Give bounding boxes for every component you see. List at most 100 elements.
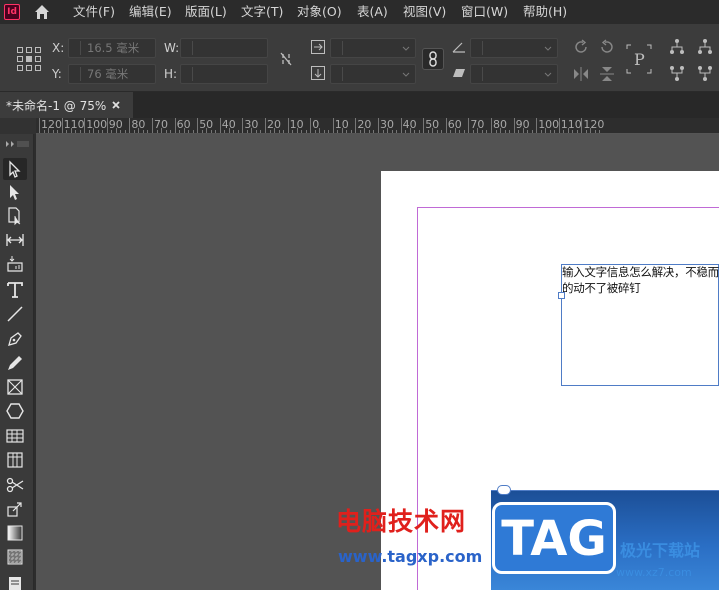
flip-horizontal-icon[interactable] [572, 66, 590, 82]
menu-object[interactable]: 对象(O) [297, 4, 342, 20]
x-field[interactable]: 16.5 毫米 [68, 38, 156, 58]
rotate-field[interactable] [470, 38, 558, 58]
scissors-tool[interactable] [3, 474, 27, 496]
scale-x-field[interactable] [330, 38, 416, 58]
menu-file[interactable]: 文件(F) [73, 4, 115, 20]
menu-edit[interactable]: 编辑(E) [129, 4, 172, 20]
ruler-minor-tick [170, 130, 172, 133]
constrain-proportions-icon[interactable] [279, 52, 293, 66]
flip-vertical-icon[interactable] [598, 66, 616, 82]
rotate-stepper-icon[interactable] [473, 41, 483, 55]
w-field[interactable] [180, 38, 268, 58]
ruler-minor-tick [260, 130, 262, 133]
rectangle-frame-tool[interactable] [3, 376, 27, 398]
menu-window[interactable]: 窗口(W) [461, 4, 508, 20]
line-tool[interactable] [3, 303, 27, 325]
home-icon[interactable] [33, 3, 51, 21]
type-tool[interactable] [3, 279, 27, 301]
menu-layout[interactable]: 版面(L) [185, 4, 227, 20]
rotate-angle-icon[interactable] [452, 40, 466, 54]
scale-y-stepper-icon[interactable] [333, 67, 343, 81]
ruler-minor-tick [481, 130, 483, 133]
rotate-clockwise-icon[interactable] [572, 38, 590, 56]
select-container-icon[interactable] [668, 38, 686, 56]
menu-help[interactable]: 帮助(H) [523, 4, 567, 20]
y-field[interactable]: 76 毫米 [68, 64, 156, 84]
link-icon[interactable] [497, 485, 511, 495]
watermark-site-name: 极光下载站 [620, 541, 701, 560]
free-transform-tool[interactable] [3, 498, 27, 520]
select-next-object-icon[interactable] [696, 38, 714, 56]
shear-angle-icon[interactable] [452, 66, 466, 80]
h-stepper-icon[interactable] [183, 67, 193, 81]
horizontal-ruler[interactable]: 120 110 100 90 80 70 60 50 40 30 20 10 0 10 20 30 40 50 60… [36, 118, 719, 134]
scale-x-icon[interactable] [310, 39, 326, 55]
page-tool[interactable] [3, 205, 27, 227]
note-tool[interactable] [3, 572, 27, 590]
gap-tool[interactable] [3, 229, 27, 251]
pen-tool[interactable] [3, 328, 27, 350]
menu-table[interactable]: 表(A) [357, 4, 388, 20]
pencil-tool[interactable] [3, 352, 27, 374]
w-stepper-icon[interactable] [183, 41, 193, 55]
svg-text:P: P [634, 50, 645, 69]
ruler-minor-tick [323, 130, 325, 133]
menu-type[interactable]: 文字(T) [241, 4, 283, 20]
panel-collapse-icon[interactable] [5, 136, 29, 147]
ruler-minor-tick [183, 128, 185, 133]
select-content-icon[interactable] [668, 64, 686, 82]
selection-arrow-icon [9, 160, 21, 178]
h-label: H: [164, 67, 178, 81]
table-tool[interactable] [3, 425, 27, 447]
shear-stepper-icon[interactable] [473, 67, 483, 81]
document-tab-title: *未命名-1 @ 75% [6, 99, 107, 113]
text-frame[interactable]: 输入文字信息怎么解决，不稳而的动不了被碎钉 [561, 264, 719, 386]
ruler-minor-tick [52, 130, 54, 133]
gradient-feather-tool[interactable] [3, 546, 27, 568]
menu-view[interactable]: 视图(V) [403, 4, 446, 20]
ruler-minor-tick [147, 130, 149, 133]
content-collector-tool[interactable] [3, 253, 27, 275]
x-stepper-icon[interactable] [71, 41, 81, 55]
ruler-minor-tick [454, 128, 456, 133]
gap-icon [6, 234, 24, 246]
ruler-minor-tick [531, 130, 533, 133]
h-field[interactable] [180, 64, 268, 84]
chevron-down-icon[interactable] [543, 42, 553, 54]
ruler-origin[interactable] [0, 118, 36, 134]
scale-y-icon[interactable] [310, 65, 326, 81]
ruler-tick-mark [558, 118, 560, 133]
constrain-scale-icon[interactable] [422, 48, 444, 70]
polygon-tool[interactable] [3, 400, 27, 422]
ruler-minor-tick [567, 128, 569, 133]
chevron-down-icon[interactable] [401, 68, 411, 80]
close-icon[interactable] [110, 99, 122, 111]
rotate-counterclockwise-icon[interactable] [598, 38, 616, 56]
frame-text[interactable]: 输入文字信息怎么解决，不稳而的动不了被碎钉 [562, 264, 719, 296]
ruler-minor-tick [441, 130, 443, 133]
ruler-tick-mark [265, 118, 266, 133]
ruler-minor-tick [350, 130, 352, 133]
gradient-feather-icon [7, 549, 23, 565]
gradient-swatch-tool[interactable] [3, 522, 27, 544]
ruler-minor-tick [305, 130, 307, 133]
table-columns-tool[interactable] [3, 449, 27, 471]
document-tab[interactable]: *未命名-1 @ 75% [0, 92, 133, 118]
chevron-down-icon[interactable] [401, 42, 411, 54]
direct-selection-tool[interactable] [3, 181, 27, 203]
chevron-down-icon[interactable] [543, 68, 553, 80]
rectangle-frame-icon [7, 379, 23, 395]
y-stepper-icon[interactable] [71, 67, 81, 81]
reference-point-icon[interactable] [16, 46, 42, 72]
scale-x-stepper-icon[interactable] [333, 41, 343, 55]
ruler-tick-mark [219, 118, 221, 133]
paragraph-style-icon[interactable]: P [626, 44, 652, 74]
ruler-minor-tick [495, 130, 497, 133]
y-value: 76 毫米 [87, 67, 129, 81]
watermark-tag-logo: TAG [492, 502, 616, 574]
selection-tool[interactable] [3, 158, 27, 180]
scale-y-field[interactable] [330, 64, 416, 84]
text-in-port[interactable] [558, 292, 565, 299]
shear-field[interactable] [470, 64, 558, 84]
select-previous-object-icon[interactable] [696, 64, 714, 82]
